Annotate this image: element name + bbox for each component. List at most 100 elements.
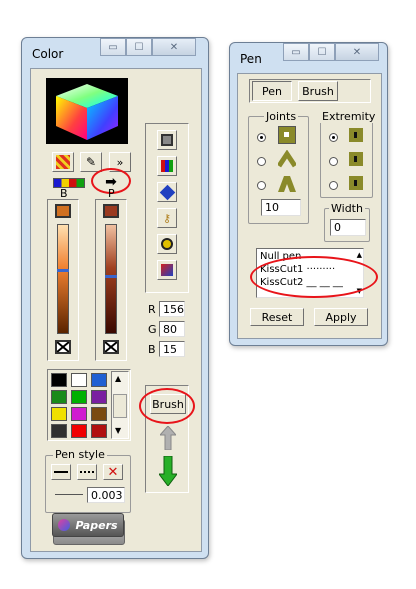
joint-radio-1[interactable] — [257, 133, 266, 142]
palette-swatch[interactable] — [51, 373, 67, 387]
brush-slider-thumb[interactable] — [57, 269, 69, 272]
joint-radio-2[interactable] — [257, 157, 266, 166]
extremity-flat-icon[interactable] — [349, 128, 363, 142]
palette-swatch[interactable] — [91, 373, 107, 387]
palette-swatch[interactable] — [71, 390, 87, 404]
palette-swatch[interactable] — [51, 424, 67, 438]
fill-button[interactable] — [157, 182, 177, 202]
palette-scrollbar[interactable]: ▲ ▼ — [111, 371, 129, 439]
gradient-fill-button[interactable] — [52, 152, 74, 172]
papers-icon — [58, 519, 71, 531]
right-tool-column: ⚷ — [145, 123, 189, 293]
paint-bucket-icon — [159, 184, 175, 200]
joint-round-icon[interactable] — [276, 149, 298, 168]
joints-value-field[interactable]: 10 — [261, 199, 301, 216]
key-button[interactable]: ⚷ — [157, 208, 177, 228]
eyedropper-button[interactable]: ✎ — [80, 152, 102, 172]
target-icon — [161, 238, 173, 250]
palette-button[interactable] — [157, 156, 177, 176]
minimize-button[interactable]: ▭ — [283, 43, 309, 61]
color-client-area: ✎ » ➡ B P ⚷ R 156 G 80 B 15 ▲ ▼ Brush Pe… — [30, 68, 202, 552]
papers-label: Papers — [75, 518, 118, 532]
brush-color-slider — [47, 199, 79, 361]
pen-window: Pen ▭ ☐ ✕ Pen Brush Joints 10 Extremity — [229, 42, 388, 346]
pen-gradient-track[interactable] — [105, 224, 117, 334]
width-title: Width — [329, 202, 365, 215]
highlight-brush — [139, 388, 195, 424]
extremity-group — [320, 116, 373, 198]
width-value-field[interactable]: 0 — [330, 219, 366, 236]
down-arrow-icon[interactable] — [158, 455, 178, 487]
dotted-line-icon — [80, 471, 94, 473]
extremity-radio-3[interactable] — [329, 181, 338, 190]
brush-gradient-track[interactable] — [57, 224, 69, 334]
palette-swatch[interactable] — [71, 373, 87, 387]
maximize-button[interactable]: ☐ — [126, 38, 152, 56]
extremity-radio-1[interactable] — [329, 133, 338, 142]
g-value-field[interactable]: 80 — [159, 321, 185, 337]
joint-miter-icon[interactable] — [278, 126, 296, 144]
close-button[interactable]: ✕ — [335, 43, 379, 61]
close-button[interactable]: ✕ — [152, 38, 196, 56]
target-button[interactable] — [157, 234, 177, 254]
no-line-button[interactable]: ✕ — [103, 464, 123, 480]
pen-clear-button[interactable] — [103, 340, 119, 354]
solid-line-icon — [54, 471, 68, 473]
maximize-button[interactable]: ☐ — [309, 43, 335, 61]
solid-line-button[interactable] — [51, 464, 71, 480]
key-icon: ⚷ — [162, 211, 172, 225]
pen-window-title: Pen — [240, 52, 262, 66]
b-value-field[interactable]: 15 — [159, 341, 185, 357]
minimize-button[interactable]: ▭ — [100, 38, 126, 56]
color-window-title: Color — [32, 47, 64, 61]
apply-button[interactable]: Apply — [314, 308, 368, 326]
pen-style-title: Pen style — [53, 448, 107, 461]
color-caption-buttons: ▭ ☐ ✕ — [100, 38, 196, 56]
brush-color-swatch[interactable] — [55, 204, 71, 218]
palette-swatch[interactable] — [51, 407, 67, 421]
palette-swatch[interactable] — [91, 390, 107, 404]
palette-grid-icon — [161, 160, 173, 172]
extremity-radio-2[interactable] — [329, 157, 338, 166]
dotted-line-button[interactable] — [77, 464, 97, 480]
up-arrow-icon[interactable] — [158, 425, 178, 451]
palette-swatch[interactable] — [71, 424, 87, 438]
reset-button[interactable]: Reset — [250, 308, 304, 326]
scroll-thumb[interactable] — [113, 394, 127, 418]
pen-client-area: Pen Brush Joints 10 Extremity Width 0 Nu… — [237, 73, 382, 339]
list-scroll-up-icon[interactable]: ▲ — [357, 251, 362, 259]
palette-swatch[interactable] — [51, 390, 67, 404]
tab-brush[interactable]: Brush — [298, 81, 338, 101]
tab-pen[interactable]: Pen — [252, 81, 292, 101]
scroll-down-icon[interactable]: ▼ — [115, 426, 121, 435]
pen-caption-buttons: ▭ ☐ ✕ — [283, 43, 379, 61]
joint-radio-3[interactable] — [257, 181, 266, 190]
palette-swatch[interactable] — [91, 407, 107, 421]
g-label: G — [148, 323, 157, 336]
color-cube[interactable] — [46, 78, 128, 144]
joint-bevel-icon[interactable] — [278, 174, 296, 192]
highlight-list — [250, 256, 378, 298]
extremity-title: Extremity — [320, 110, 378, 123]
joints-title: Joints — [264, 110, 299, 123]
color-window: Color ▭ ☐ ✕ ✎ » ➡ B P ⚷ R 156 G 80 B 15 … — [21, 37, 209, 559]
gradient-icon — [56, 155, 70, 169]
pen-color-swatch[interactable] — [103, 204, 119, 218]
papers-button[interactable]: Papers — [52, 513, 124, 537]
save-button[interactable] — [157, 130, 177, 150]
paint-can-icon — [161, 264, 173, 276]
brush-clear-button[interactable] — [55, 340, 71, 354]
paint-button[interactable] — [157, 260, 177, 280]
r-value-field[interactable]: 156 — [159, 301, 185, 317]
pen-slider-thumb[interactable] — [105, 275, 117, 278]
palette-swatch[interactable] — [71, 407, 87, 421]
b-value-label: B — [148, 343, 156, 356]
floppy-icon — [161, 134, 173, 146]
scroll-up-icon[interactable]: ▲ — [115, 374, 121, 383]
x-icon — [104, 341, 118, 353]
pen-width-field[interactable]: 0.003 — [87, 487, 125, 503]
extremity-round-icon[interactable] — [349, 176, 363, 190]
palette-swatch[interactable] — [91, 424, 107, 438]
color-bar-icon[interactable] — [53, 178, 85, 188]
extremity-square-icon[interactable] — [349, 152, 363, 166]
